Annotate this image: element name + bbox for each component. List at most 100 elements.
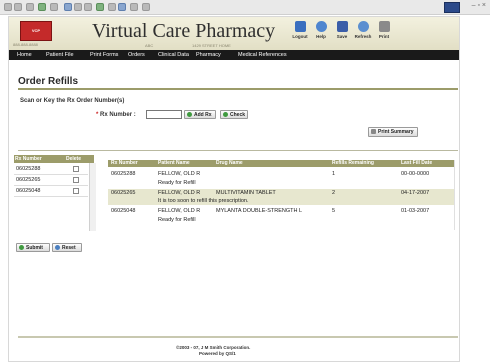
print-summary-button[interactable]: Print Summary bbox=[368, 127, 418, 137]
history-icon[interactable] bbox=[84, 3, 92, 11]
submit-label: Submit bbox=[26, 245, 43, 251]
rx-number: 06025288 bbox=[111, 171, 136, 177]
rx-list-row: 06025288 bbox=[14, 165, 88, 175]
copyright-text: ©2003 - 07, J M Smith Corporation. bbox=[176, 345, 251, 350]
nav-clinical-data[interactable]: Clinical Data bbox=[158, 52, 189, 58]
last-fill-date: 00-00-0000 bbox=[401, 171, 430, 177]
table-row-note: Ready for Refill bbox=[108, 179, 454, 187]
drug-name: MULTIVITAMIN TABLET bbox=[216, 190, 276, 196]
store-code: ABC bbox=[145, 43, 154, 48]
results-scrollbar[interactable] bbox=[454, 160, 455, 230]
rx-list-header-number: Rx Number bbox=[15, 156, 42, 162]
home-icon[interactable] bbox=[50, 3, 58, 11]
nav-patient-file[interactable]: Patient File bbox=[46, 52, 74, 58]
pharmacy-logo: VCP bbox=[20, 21, 52, 41]
reset-label: Reset bbox=[62, 245, 76, 251]
patient-name: FELLOW, OLD R bbox=[158, 171, 201, 177]
print-button[interactable]: Print bbox=[373, 21, 395, 39]
drug-name: MYLANTA DOUBLE-STRENGTH L bbox=[216, 208, 303, 214]
arrow-icon bbox=[19, 245, 24, 250]
col-drug-name: Drug Name bbox=[216, 160, 243, 166]
save-icon bbox=[336, 21, 348, 32]
rx-number: 06025265 bbox=[111, 190, 136, 196]
favorites-icon[interactable] bbox=[74, 3, 82, 11]
rx-list-scrollbar[interactable] bbox=[89, 163, 96, 231]
main-nav bbox=[9, 50, 459, 60]
rx-list-row: 06025048 bbox=[14, 187, 88, 197]
table-row: 06025048 FELLOW, OLD R MYLANTA DOUBLE-ST… bbox=[108, 207, 454, 215]
window-controls[interactable]: – ▫ × bbox=[472, 2, 486, 9]
logout-icon bbox=[294, 21, 306, 32]
help-button[interactable]: Help bbox=[310, 21, 332, 39]
patient-name: FELLOW, OLD R bbox=[158, 208, 201, 214]
required-marker: * bbox=[96, 112, 99, 118]
submit-button[interactable]: Submit bbox=[16, 243, 50, 252]
table-row: 06025265 FELLOW, OLD R MULTIVITAMIN TABL… bbox=[108, 189, 454, 197]
stop-icon[interactable] bbox=[26, 3, 34, 11]
delete-checkbox[interactable] bbox=[73, 177, 79, 183]
browser-toolbar bbox=[0, 0, 490, 15]
edit-icon[interactable] bbox=[118, 3, 126, 11]
delete-checkbox[interactable] bbox=[73, 166, 79, 172]
last-fill-date: 04-17-2007 bbox=[401, 190, 430, 196]
rx-list-number: 06025288 bbox=[16, 166, 41, 172]
footer-divider bbox=[18, 336, 458, 338]
rx-number-input[interactable] bbox=[146, 110, 182, 119]
rx-number-label-text: Rx Number : bbox=[100, 112, 136, 118]
nav-orders[interactable]: Orders bbox=[128, 52, 145, 58]
phone-number: 888-888-8888 bbox=[13, 42, 38, 47]
page-title: Order Refills bbox=[18, 76, 79, 87]
save-button[interactable]: Save bbox=[331, 21, 353, 39]
scan-instructions: Scan or Key the Rx Order Number(s) bbox=[20, 98, 125, 104]
table-row-note: It is too soon to refill this prescripti… bbox=[108, 197, 454, 205]
refills-remaining: 5 bbox=[332, 208, 336, 214]
nav-home[interactable]: Home bbox=[17, 52, 32, 58]
help-icon bbox=[315, 21, 327, 32]
refresh-icon bbox=[357, 21, 369, 32]
rx-number: 06025048 bbox=[111, 208, 136, 214]
nav-pharmacy[interactable]: Pharmacy bbox=[196, 52, 221, 58]
forward-icon[interactable] bbox=[14, 3, 22, 11]
rx-number-label: * Rx Number : bbox=[96, 112, 136, 118]
messenger-icon[interactable] bbox=[142, 3, 150, 11]
powered-by-text: Powered by QS/1 bbox=[199, 351, 236, 356]
nav-medical-references[interactable]: Medical References bbox=[238, 52, 287, 58]
check-button[interactable]: Check bbox=[220, 110, 248, 119]
reset-icon bbox=[55, 245, 60, 250]
print-label: Print bbox=[378, 34, 390, 39]
rx-list-number: 06025265 bbox=[16, 177, 41, 183]
refresh-icon[interactable] bbox=[38, 3, 46, 11]
add-rx-label: Add Rx bbox=[194, 112, 212, 118]
nav-print-forms[interactable]: Print Forms bbox=[90, 52, 118, 58]
print-summary-label: Print Summary bbox=[378, 129, 414, 135]
add-rx-button[interactable]: Add Rx bbox=[184, 110, 216, 119]
mail-icon[interactable] bbox=[96, 3, 104, 11]
delete-checkbox[interactable] bbox=[73, 188, 79, 194]
print-icon bbox=[378, 21, 390, 32]
logout-button[interactable]: Logout bbox=[289, 21, 311, 39]
col-refills-remaining: Refills Remaining bbox=[332, 160, 374, 166]
col-last-fill-date: Last Fill Date bbox=[401, 160, 433, 166]
table-row: 06025288 FELLOW, OLD R 1 00-00-0000 bbox=[108, 170, 454, 178]
refill-status: It is too soon to refill this prescripti… bbox=[158, 198, 249, 204]
rx-list-header-delete: Delete bbox=[66, 156, 82, 162]
printer-icon bbox=[371, 129, 376, 134]
col-patient-name: Patient Name bbox=[158, 160, 190, 166]
check-label: Check bbox=[230, 112, 246, 118]
reset-button[interactable]: Reset bbox=[52, 243, 82, 252]
check-icon bbox=[223, 112, 228, 117]
section-divider bbox=[18, 150, 458, 151]
title-divider bbox=[18, 88, 458, 90]
col-rx-number: Rx Number bbox=[111, 160, 138, 166]
search-icon[interactable] bbox=[64, 3, 72, 11]
back-icon[interactable] bbox=[4, 3, 12, 11]
table-row-note: Ready for Refill bbox=[108, 216, 454, 224]
store-address: 1429 STREET HOME bbox=[192, 43, 231, 48]
refill-status: Ready for Refill bbox=[158, 217, 196, 223]
rx-list-row: 06025265 bbox=[14, 176, 88, 186]
refills-remaining: 1 bbox=[332, 171, 336, 177]
refresh-button[interactable]: Refresh bbox=[352, 21, 374, 39]
print-icon[interactable] bbox=[108, 3, 116, 11]
discuss-icon[interactable] bbox=[130, 3, 138, 11]
refills-remaining: 2 bbox=[332, 190, 336, 196]
